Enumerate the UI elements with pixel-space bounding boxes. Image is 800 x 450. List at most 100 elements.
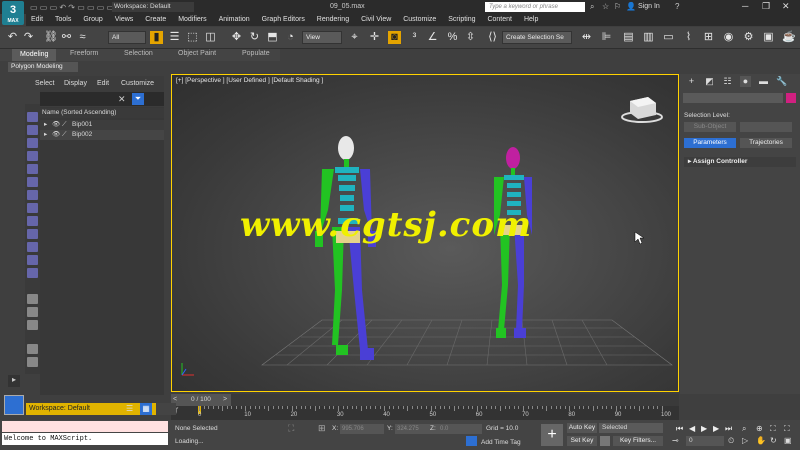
- key-mode-toggle-icon[interactable]: ⊸: [672, 436, 679, 445]
- go-to-end-icon[interactable]: ⏭: [725, 424, 732, 434]
- maxscript-mini-listener[interactable]: Welcome to MAXScript.: [2, 433, 168, 445]
- rectangle-selection-icon[interactable]: ⬚: [186, 31, 199, 44]
- x-coordinate-field[interactable]: 995.706: [340, 424, 384, 434]
- tab-object-paint[interactable]: Object Paint: [178, 50, 216, 57]
- current-frame-field[interactable]: 0: [686, 436, 724, 446]
- restore-icon[interactable]: ❐: [762, 1, 770, 12]
- display-tab-icon[interactable]: ▬: [758, 76, 769, 87]
- display-lights-icon[interactable]: [27, 151, 38, 161]
- workspace-settings-icon[interactable]: ▦: [140, 403, 152, 415]
- sign-in-link[interactable]: Sign In: [638, 3, 660, 10]
- create-tab-icon[interactable]: +: [686, 76, 697, 87]
- tab-populate[interactable]: Populate: [242, 50, 270, 57]
- reference-coord-dropdown[interactable]: View: [302, 31, 342, 44]
- slider-left-arrow-icon[interactable]: <: [173, 396, 177, 403]
- user-icon[interactable]: 👤: [626, 2, 636, 11]
- zoom-icon[interactable]: ⌕: [742, 424, 746, 434]
- tab-modeling[interactable]: Modeling: [12, 49, 57, 61]
- percent-snap-icon[interactable]: %: [446, 31, 459, 44]
- display-bones-icon[interactable]: [27, 229, 38, 239]
- link-icon[interactable]: ⛓: [44, 31, 58, 44]
- star-icon[interactable]: ☆: [602, 2, 609, 11]
- tab-freeform[interactable]: Freeform: [70, 50, 98, 57]
- menu-item-views[interactable]: Views: [110, 14, 139, 26]
- time-slider[interactable]: 0 / 100 < >: [171, 394, 679, 406]
- time-configuration-icon[interactable]: ⏲: [728, 436, 734, 446]
- scene-menu-customize[interactable]: Customize: [121, 80, 154, 87]
- display-xrefs-icon[interactable]: [27, 216, 38, 226]
- slider-right-arrow-icon[interactable]: >: [223, 396, 227, 403]
- default-in-out-tangent-icon[interactable]: [600, 436, 610, 446]
- selection-filter-dropdown[interactable]: All: [108, 31, 146, 44]
- next-frame-icon[interactable]: ▶: [713, 424, 719, 433]
- display-helpers-icon[interactable]: [27, 177, 38, 187]
- undo-icon[interactable]: ↶: [6, 31, 19, 44]
- angle-snap-icon[interactable]: ∠: [426, 31, 439, 44]
- workspace-selector[interactable]: Workspace: Default: [26, 403, 156, 415]
- minimize-icon[interactable]: ─: [742, 1, 748, 11]
- scene-filter-bar[interactable]: ✕ ⏷: [40, 92, 164, 106]
- render-setup-icon[interactable]: ⚙: [742, 31, 755, 44]
- sub-object-dropdown[interactable]: [740, 122, 792, 132]
- play-icon[interactable]: ▶: [701, 424, 707, 433]
- set-key-button[interactable]: Set Key: [567, 436, 597, 446]
- clear-filter-icon[interactable]: ✕: [118, 94, 126, 105]
- keyboard-shortcut-override-icon[interactable]: ◙: [388, 31, 401, 44]
- menu-item-animation[interactable]: Animation: [214, 14, 255, 26]
- zoom-extents-all-icon[interactable]: ⛶: [784, 424, 790, 434]
- unlink-icon[interactable]: ⚯: [60, 31, 73, 44]
- maximize-viewport-icon[interactable]: ▣: [784, 436, 792, 445]
- field-of-view-icon[interactable]: ▷: [742, 436, 748, 445]
- selection-lock-icon[interactable]: ⛶: [288, 423, 294, 434]
- go-to-start-icon[interactable]: ⏮: [676, 424, 683, 434]
- layer-explorer-icon[interactable]: ▥: [642, 31, 655, 44]
- menu-item-create[interactable]: Create: [140, 14, 171, 26]
- display-frozen-icon[interactable]: [27, 255, 38, 265]
- menu-item-tools[interactable]: Tools: [50, 14, 76, 26]
- scene-menu-display[interactable]: Display: [64, 80, 87, 87]
- zoom-all-icon[interactable]: ⊕: [756, 424, 763, 433]
- object-name-field[interactable]: [683, 93, 783, 103]
- menu-item-edit[interactable]: Edit: [26, 14, 48, 26]
- filter-settings-icon[interactable]: [27, 357, 38, 367]
- render-production-icon[interactable]: ☕: [782, 31, 796, 44]
- maxscript-listener-output[interactable]: [2, 421, 168, 432]
- menu-item-modifiers[interactable]: Modifiers: [173, 14, 211, 26]
- expand-icon[interactable]: ▸: [44, 120, 47, 130]
- scale-icon[interactable]: ⬒: [266, 31, 279, 44]
- time-slider-handle[interactable]: 0 / 100: [171, 394, 231, 406]
- search-input[interactable]: Type a keyword or phrase: [485, 2, 585, 12]
- infocenter-icon[interactable]: ⚐: [614, 2, 621, 11]
- display-containers-icon[interactable]: [27, 242, 38, 252]
- scene-menu-select[interactable]: Select: [35, 80, 54, 87]
- display-shapes-icon[interactable]: [27, 138, 38, 148]
- orbit-icon[interactable]: ↻: [770, 436, 777, 445]
- modify-tab-icon[interactable]: ◩: [704, 76, 715, 87]
- time-tag-icon[interactable]: [466, 436, 477, 446]
- track-bar[interactable]: ƒ 0 10 20 30 40 50 60 70 80 90 100: [171, 406, 679, 420]
- rendered-frame-window-icon[interactable]: ▣: [762, 31, 775, 44]
- key-filters-button[interactable]: Key Filters...: [613, 436, 663, 446]
- expand-icon[interactable]: ▸: [44, 130, 47, 140]
- tab-selection[interactable]: Selection: [124, 50, 153, 57]
- scene-explorer-icon[interactable]: ▤: [622, 31, 635, 44]
- list-item[interactable]: ▸ 👁 ⟋ Bip001: [40, 120, 164, 130]
- redo-icon[interactable]: ↷: [22, 31, 35, 44]
- trajectories-button[interactable]: Trajectories: [740, 138, 792, 148]
- select-all-icon[interactable]: [27, 294, 38, 304]
- placement-icon[interactable]: ◔: [284, 31, 297, 44]
- add-time-tag-button[interactable]: Add Time Tag: [481, 439, 521, 446]
- menu-item-group[interactable]: Group: [78, 14, 107, 26]
- menu-item-customize[interactable]: Customize: [398, 14, 441, 26]
- display-all-icon[interactable]: [27, 112, 38, 122]
- utilities-tab-icon[interactable]: 🔧: [776, 76, 787, 87]
- hierarchy-tab-icon[interactable]: ☷: [722, 76, 733, 87]
- mirror-icon[interactable]: ⇹: [580, 31, 593, 44]
- move-icon[interactable]: ✥: [230, 31, 243, 44]
- schematic-view-icon[interactable]: ⊞: [702, 31, 715, 44]
- spinner-snap-icon[interactable]: ⇳: [464, 31, 477, 44]
- curve-editor-icon[interactable]: ⌇: [682, 31, 695, 44]
- display-geometry-icon[interactable]: [27, 125, 38, 135]
- menu-item-help[interactable]: Help: [519, 14, 543, 26]
- menu-item-civil-view[interactable]: Civil View: [356, 14, 396, 26]
